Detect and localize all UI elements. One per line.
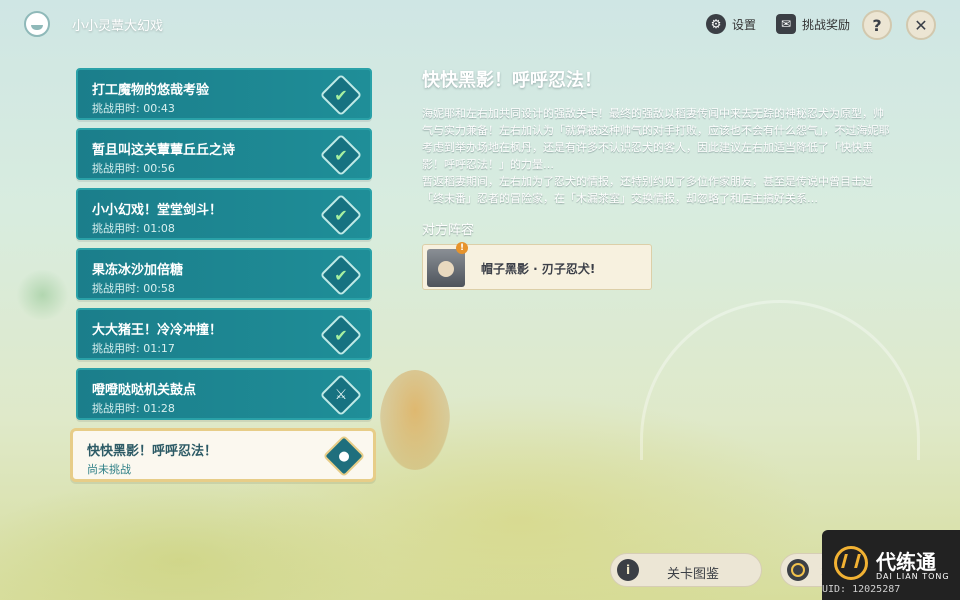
challenge-card-4[interactable]: 果冻冰沙加倍糖 挑战用时: 00:58 ✔ — [76, 248, 372, 300]
challenge-time: 挑战用时: 00:58 — [92, 282, 175, 295]
challenge-card-3[interactable]: 小小幻戏！堂堂剑斗！ 挑战用时: 01:08 ✔ — [76, 188, 372, 240]
challenge-time: 挑战用时: 01:17 — [92, 342, 175, 355]
background-creature-left — [15, 270, 70, 320]
challenge-time: 挑战用时: 01:08 — [92, 222, 175, 235]
settings-label: 设置 — [732, 17, 757, 32]
challenge-name: 暂且叫这关蕈蕈丘丘之诗 — [92, 143, 236, 158]
gear-icon: ⚙ — [706, 14, 726, 34]
challenge-status: 尚未挑战 — [87, 463, 131, 476]
challenge-name: 快快黑影！呼呼忍法！ — [87, 444, 218, 459]
circle-icon — [787, 559, 809, 581]
challenge-description: 海妮耶和左右加共同设计的强敌关卡！最终的强敌以稻妻传闻中来去无踪的神秘忍犬为原型… — [422, 105, 892, 207]
watermark-brand: 代练通 — [876, 550, 936, 574]
event-title: 小小灵蕈大幻戏 — [72, 19, 164, 34]
challenge-name: 噔噔哒哒机关鼓点 — [92, 383, 197, 398]
stage-codex-label: 关卡图鉴 — [667, 567, 720, 582]
description-paragraph-1: 海妮耶和左右加共同设计的强敌关卡！最终的强敌以稻妻传闻中来去无踪的神秘忍犬为原型… — [422, 107, 890, 171]
check-icon: ✔ — [319, 73, 363, 117]
check-icon: ✔ — [319, 193, 363, 237]
enemy-lineup-label: 对方阵容 — [422, 223, 475, 238]
challenge-detail-title: 快快黑影！呼呼忍法！ — [422, 70, 602, 91]
enemy-name: 帽子黑影 · 刃子忍犬! — [481, 262, 596, 276]
close-icon: ✕ — [914, 15, 928, 35]
challenge-time: 挑战用时: 00:43 — [92, 102, 175, 115]
gift-icon: ✉ — [776, 14, 796, 34]
challenge-name: 小小幻戏！堂堂剑斗！ — [92, 203, 223, 218]
event-logo-icon — [24, 11, 50, 37]
challenge-reward-label: 挑战奖励 — [802, 17, 851, 32]
challenge-card-1[interactable]: 打工魔物的悠哉考验 挑战用时: 00:43 ✔ — [76, 68, 372, 120]
background-creature — [380, 370, 450, 470]
watermark-brand-sub: DAI LIAN TONG — [876, 572, 950, 581]
close-button[interactable]: ✕ — [906, 10, 936, 40]
check-icon: ✔ — [319, 133, 363, 177]
challenge-name: 果冻冰沙加倍糖 — [92, 263, 184, 278]
check-icon: ✔ — [319, 253, 363, 297]
settings-button[interactable]: ⚙ 设置 — [706, 12, 756, 36]
check-icon: ✔ — [319, 313, 363, 357]
challenge-time: 挑战用时: 01:28 — [92, 402, 175, 415]
enemy-card[interactable]: ! 帽子黑影 · 刃子忍犬! — [422, 242, 652, 290]
watermark-logo-icon — [834, 546, 868, 580]
challenge-card-6[interactable]: 噔噔哒哒机关鼓点 挑战用时: 01:28 ⚔ — [76, 368, 372, 420]
challenge-card-2[interactable]: 暂且叫这关蕈蕈丘丘之诗 挑战用时: 00:56 ✔ — [76, 128, 372, 180]
challenge-time: 挑战用时: 00:56 — [92, 162, 175, 175]
challenge-name: 打工魔物的悠哉考验 — [92, 83, 210, 98]
uid-label: UID: 12025287 — [822, 584, 901, 595]
warning-icon: ! — [456, 242, 468, 254]
challenge-reward-button[interactable]: ✉ 挑战奖励 — [776, 12, 850, 36]
crossed-swords-icon: ⚔ — [319, 373, 363, 417]
enemy-portrait — [427, 249, 465, 287]
top-bar: 小小灵蕈大幻戏 ⚙ 设置 ✉ 挑战奖励 ? ✕ — [0, 0, 960, 48]
challenge-card-7-selected[interactable]: 快快黑影！呼呼忍法！ 尚未挑战 ● — [70, 428, 376, 482]
stage-codex-button[interactable]: i 关卡图鉴 — [610, 553, 762, 587]
help-button[interactable]: ? — [862, 10, 892, 40]
background-arch — [640, 300, 920, 460]
description-paragraph-2: 暂返稻妻期间，左右加为了忍犬的情报，还特别约见了多位作家朋友，甚至是传说中曾目击… — [422, 175, 873, 205]
help-icon: ? — [872, 15, 882, 35]
info-icon: i — [617, 559, 639, 581]
challenge-name: 大大猪王！冷冷冲撞！ — [92, 323, 223, 338]
challenge-card-5[interactable]: 大大猪王！冷冷冲撞！ 挑战用时: 01:17 ✔ — [76, 308, 372, 360]
enemy-emblem-icon: ● — [322, 434, 366, 478]
